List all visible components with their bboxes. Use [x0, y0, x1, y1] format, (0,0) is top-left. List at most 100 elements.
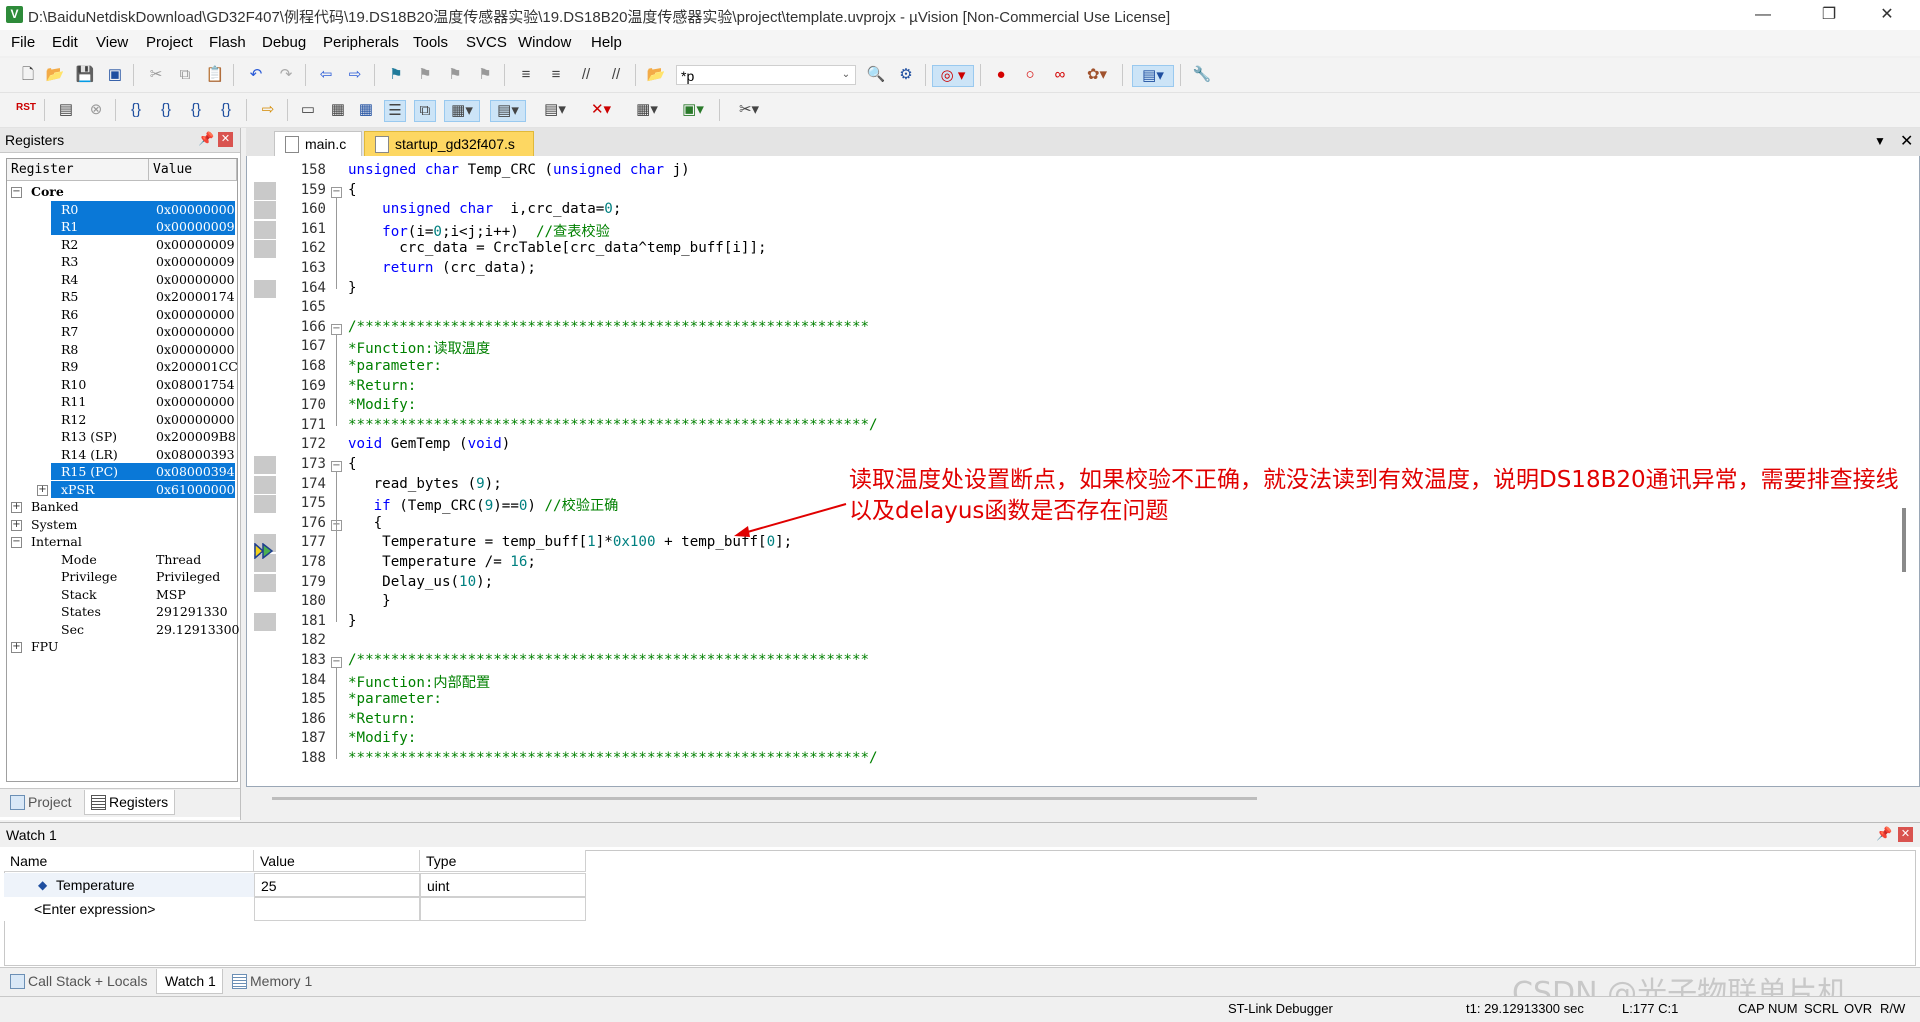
register-row[interactable]: R3 0x00000009 [7, 253, 235, 271]
code-line[interactable]: } [348, 613, 357, 629]
register-row[interactable]: Sec 29.12913300 [7, 621, 240, 639]
code-line[interactable]: *Modify: [348, 397, 416, 413]
menu-project[interactable]: Project [146, 34, 193, 51]
register-value[interactable]: 0x00000000 [156, 201, 235, 218]
save-all-icon[interactable]: ▣ [105, 65, 125, 85]
code-line[interactable]: unsigned char i,crc_data=0; [348, 201, 621, 217]
tab-call-stack-locals[interactable]: Call Stack + Locals [4, 969, 153, 993]
save-icon[interactable]: 💾 [75, 65, 95, 85]
pin-icon[interactable]: 📌 [1876, 826, 1892, 842]
register-value[interactable]: 0x00000000 [156, 306, 235, 323]
register-row[interactable]: Privilege Privileged [7, 568, 235, 586]
prev-bookmark-icon[interactable]: ⚑ [415, 65, 435, 85]
breakpoint-margin-marker[interactable] [254, 220, 276, 239]
serial-windows-icon[interactable]: ▤▾ [538, 100, 572, 120]
maximize-button[interactable]: ❐ [1806, 0, 1852, 30]
breakpoint-margin-marker[interactable] [254, 456, 276, 474]
register-row[interactable]: R2 0x00000009 [7, 236, 235, 254]
navigate-forward-icon[interactable]: ⇨ [345, 65, 365, 85]
close-panel-icon[interactable]: ✕ [1898, 827, 1913, 842]
register-row[interactable]: Mode Thread [7, 551, 235, 569]
register-value[interactable]: Thread [156, 551, 201, 568]
breakpoint-margin-marker[interactable] [254, 612, 276, 631]
navigate-back-icon[interactable]: ⇦ [316, 65, 336, 85]
code-line[interactable]: } [348, 593, 391, 609]
code-line[interactable]: for(i=0;i<j;i++) //查表校验 [348, 221, 610, 241]
call-stack-window-icon[interactable]: ⧉ [414, 100, 436, 122]
code-line[interactable]: *parameter: [348, 691, 442, 707]
register-row[interactable]: R12 0x00000000 [7, 411, 235, 429]
close-panel-icon[interactable]: ✕ [218, 132, 233, 147]
close-window-button[interactable]: ✕ [1864, 0, 1910, 30]
menu-help[interactable]: Help [591, 34, 622, 51]
register-value[interactable]: 0x00000000 [156, 323, 235, 340]
horizontal-scrollbar[interactable] [272, 797, 1257, 800]
step-out-icon[interactable]: {} [186, 100, 206, 120]
register-value[interactable]: 0x08000394 [156, 463, 235, 480]
register-value[interactable]: 0x00000000 [156, 271, 235, 288]
step-over-icon[interactable]: {} [156, 100, 176, 120]
comment-icon[interactable]: // [576, 65, 596, 85]
menu-view[interactable]: View [96, 34, 128, 51]
menu-debug[interactable]: Debug [262, 34, 306, 51]
disable-all-breakpoints-icon[interactable]: ∞ [1050, 65, 1070, 85]
register-group-internal[interactable]: − Internal [7, 533, 235, 551]
watch-row-name[interactable]: ◆ Temperature [4, 873, 254, 897]
code-line[interactable]: *parameter: [348, 358, 442, 374]
menu-peripherals[interactable]: Peripherals [323, 34, 399, 51]
code-line[interactable]: /***************************************… [348, 319, 869, 335]
register-row[interactable]: R14 (LR) 0x08000393 [7, 446, 235, 464]
next-bookmark-icon[interactable]: ⚑ [445, 65, 465, 85]
reset-icon[interactable]: RST [13, 103, 39, 123]
step-into-icon[interactable]: {} [126, 100, 146, 120]
register-row[interactable]: R6 0x00000000 [7, 306, 235, 324]
stop-icon[interactable]: ⊗ [86, 100, 106, 120]
code-line[interactable]: *Return: [348, 378, 416, 394]
breakpoint-margin-marker[interactable] [254, 279, 276, 298]
watch-column-value[interactable]: Value [254, 850, 420, 872]
menu-edit[interactable]: Edit [52, 34, 78, 51]
watch-windows-icon[interactable]: ▦▾ [444, 100, 480, 122]
code-line[interactable]: ****************************************… [348, 417, 878, 433]
enable-breakpoint-icon[interactable]: ○ [1020, 65, 1040, 85]
menu-window[interactable]: Window [518, 34, 571, 51]
code-line[interactable]: void GemTemp (void) [348, 436, 510, 452]
register-value[interactable]: 0x00000000 [156, 341, 235, 358]
system-viewer-icon[interactable]: ▣▾ [676, 100, 710, 120]
window-layout-icon[interactable]: ▤▾ [1132, 65, 1174, 87]
copy-icon[interactable]: ⧉ [175, 65, 195, 85]
code-line[interactable]: crc_data = CrcTable[crc_data^temp_buff[i… [348, 240, 766, 256]
minimize-button[interactable]: — [1740, 0, 1786, 30]
register-value[interactable]: 29.12913300 [156, 621, 240, 638]
undo-icon[interactable]: ↶ [246, 65, 266, 85]
find-dropdown-icon[interactable]: ⌄ [836, 65, 856, 85]
menu-file[interactable]: File [11, 34, 35, 51]
insert-breakpoint-icon[interactable]: ● [991, 65, 1011, 85]
bookmark-icon[interactable]: ⚑ [386, 65, 406, 85]
register-value[interactable]: 0x200001CC [156, 358, 238, 375]
register-group-fpu[interactable]: + FPU [7, 638, 235, 656]
register-row[interactable]: R1 0x00000009 [7, 218, 235, 236]
register-row[interactable]: R5 0x20000174 [7, 288, 235, 306]
register-row[interactable]: Stack MSP [7, 586, 235, 604]
register-row[interactable]: R8 0x00000000 [7, 341, 235, 359]
paste-icon[interactable]: 📋 [205, 65, 225, 85]
toolbox-icon[interactable]: ✂▾ [732, 100, 766, 120]
symbols-window-icon[interactable]: ▦ [356, 100, 376, 120]
code-line[interactable]: { [348, 182, 357, 198]
registers-window-icon[interactable]: ☰ [384, 100, 406, 122]
uncomment-icon[interactable]: // [606, 65, 626, 85]
disassembly-window-icon[interactable]: ▦ [328, 100, 348, 120]
clear-bookmarks-icon[interactable]: ⚑ [475, 65, 495, 85]
unindent-icon[interactable]: ≡ [546, 65, 566, 85]
register-row[interactable]: R0 0x00000000 [7, 200, 235, 219]
watch-column-name[interactable]: Name [4, 850, 254, 872]
expand-icon[interactable]: + [11, 502, 22, 513]
code-line[interactable]: if (Temp_CRC(9)==0) //校验正确 [348, 495, 619, 515]
command-window-icon[interactable]: ▭ [298, 100, 318, 120]
register-value[interactable]: 0x61000000 [156, 481, 235, 498]
code-line[interactable]: /***************************************… [348, 652, 869, 668]
register-value[interactable]: 0x20000174 [156, 288, 235, 305]
register-value[interactable]: 0x00000009 [156, 253, 235, 270]
register-row[interactable]: R9 0x200001CC [7, 358, 238, 376]
